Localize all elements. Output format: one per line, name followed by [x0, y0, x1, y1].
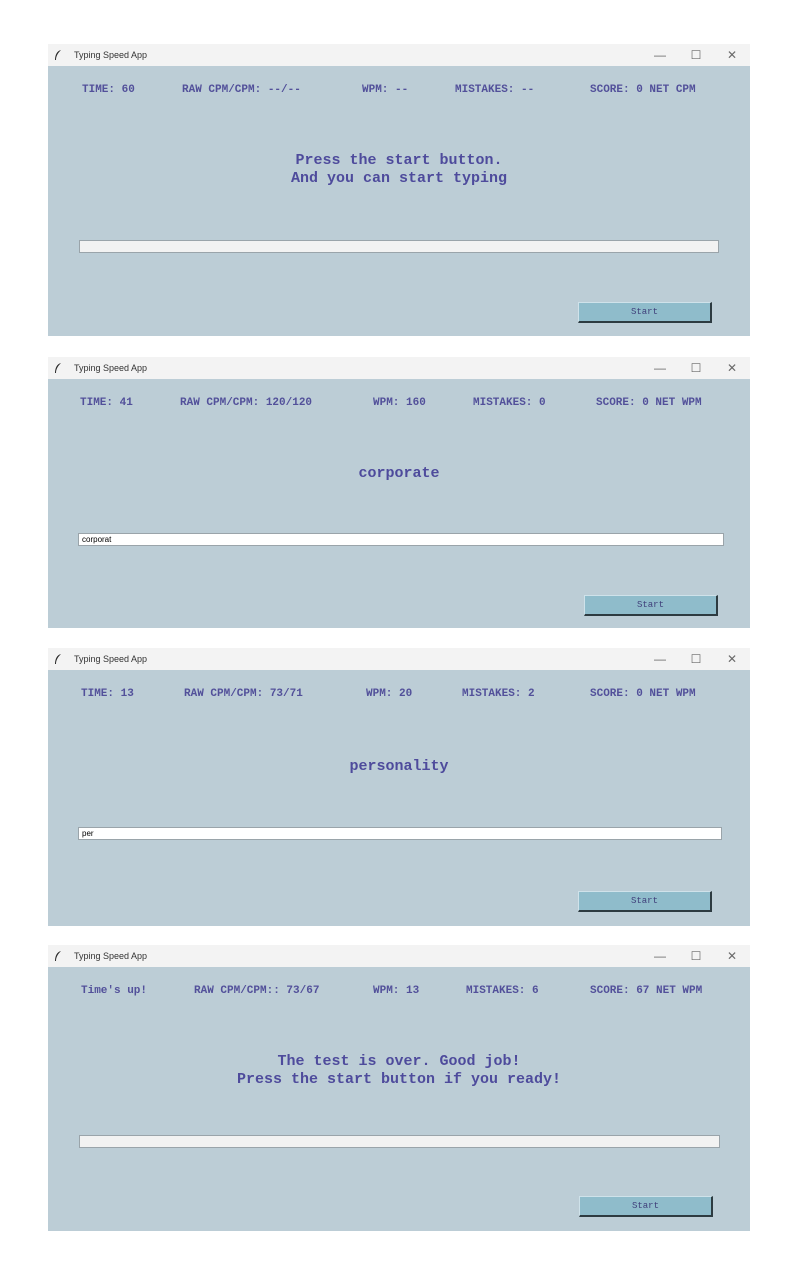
- title-bar[interactable]: Typing Speed App — ☐ ✕: [48, 648, 750, 670]
- mistakes-label: MISTAKES: 2: [462, 688, 535, 700]
- typing-input[interactable]: per: [78, 827, 722, 840]
- mistakes-label: MISTAKES: --: [455, 84, 535, 96]
- app-body: TIME: 60 RAW CPM/CPM: --/-- WPM: -- MIST…: [48, 66, 750, 336]
- window-title: Typing Speed App: [74, 363, 148, 373]
- typing-input[interactable]: corporat: [78, 533, 724, 546]
- time-label: TIME: 60: [82, 84, 135, 96]
- prompt-message: Press the start button. And you can star…: [290, 152, 508, 187]
- feather-icon: [54, 49, 68, 61]
- feather-icon: [54, 362, 68, 374]
- minimize-button[interactable]: —: [642, 44, 678, 66]
- cpm-label: RAW CPM/CPM: 73/71: [184, 688, 303, 700]
- wpm-label: WPM: 160: [373, 397, 426, 409]
- app-body: TIME: 13 RAW CPM/CPM: 73/71 WPM: 20 MIST…: [48, 670, 750, 926]
- app-body: Time's up! RAW CPM/CPM:: 73/67 WPM: 13 M…: [48, 967, 750, 1231]
- start-button[interactable]: Start: [578, 891, 712, 912]
- score-label: SCORE: 0 NET WPM: [596, 397, 702, 409]
- title-bar[interactable]: Typing Speed App — ☐ ✕: [48, 945, 750, 967]
- window-title: Typing Speed App: [74, 654, 148, 664]
- cpm-label: RAW CPM/CPM: 120/120: [180, 397, 313, 409]
- minimize-button[interactable]: —: [642, 357, 678, 379]
- start-button[interactable]: Start: [584, 595, 718, 616]
- close-button[interactable]: ✕: [714, 945, 750, 967]
- window-title: Typing Speed App: [74, 50, 148, 60]
- time-label: Time's up!: [81, 985, 148, 997]
- typing-app-window-3: Typing Speed App — ☐ ✕ TIME: 13 RAW CPM/…: [48, 648, 750, 926]
- time-label: TIME: 13: [81, 688, 134, 700]
- feather-icon: [54, 653, 68, 665]
- score-label: SCORE: 67 NET WPM: [590, 985, 703, 997]
- feather-icon: [54, 950, 68, 962]
- start-button[interactable]: Start: [578, 302, 712, 323]
- wpm-label: WPM: --: [362, 84, 409, 96]
- score-label: SCORE: 0 NET WPM: [590, 688, 696, 700]
- mistakes-label: MISTAKES: 6: [466, 985, 539, 997]
- wpm-label: WPM: 20: [366, 688, 413, 700]
- current-word: personality: [349, 758, 449, 775]
- maximize-button[interactable]: ☐: [678, 648, 714, 670]
- maximize-button[interactable]: ☐: [678, 44, 714, 66]
- mistakes-label: MISTAKES: 0: [473, 397, 546, 409]
- cpm-label: RAW CPM/CPM:: 73/67: [194, 985, 320, 997]
- maximize-button[interactable]: ☐: [678, 945, 714, 967]
- typing-app-window-4: Typing Speed App — ☐ ✕ Time's up! RAW CP…: [48, 945, 750, 1231]
- close-button[interactable]: ✕: [714, 44, 750, 66]
- score-label: SCORE: 0 NET CPM: [590, 84, 696, 96]
- cpm-label: RAW CPM/CPM: --/--: [182, 84, 301, 96]
- maximize-button[interactable]: ☐: [678, 357, 714, 379]
- close-button[interactable]: ✕: [714, 648, 750, 670]
- start-button[interactable]: Start: [579, 1196, 713, 1217]
- time-label: TIME: 41: [80, 397, 133, 409]
- typing-app-window-1: Typing Speed App — ☐ ✕ TIME: 60 RAW CPM/…: [48, 44, 750, 336]
- typing-app-window-2: Typing Speed App — ☐ ✕ TIME: 41 RAW CPM/…: [48, 357, 750, 628]
- close-button[interactable]: ✕: [714, 357, 750, 379]
- current-word: corporate: [358, 465, 440, 482]
- typing-input[interactable]: [79, 240, 719, 253]
- prompt-message: The test is over. Good job! Press the st…: [236, 1053, 562, 1088]
- title-bar[interactable]: Typing Speed App — ☐ ✕: [48, 357, 750, 379]
- app-body: TIME: 41 RAW CPM/CPM: 120/120 WPM: 160 M…: [48, 379, 750, 628]
- window-title: Typing Speed App: [74, 951, 148, 961]
- title-bar[interactable]: Typing Speed App — ☐ ✕: [48, 44, 750, 66]
- wpm-label: WPM: 13: [373, 985, 420, 997]
- typing-input[interactable]: [79, 1135, 720, 1148]
- minimize-button[interactable]: —: [642, 945, 678, 967]
- minimize-button[interactable]: —: [642, 648, 678, 670]
